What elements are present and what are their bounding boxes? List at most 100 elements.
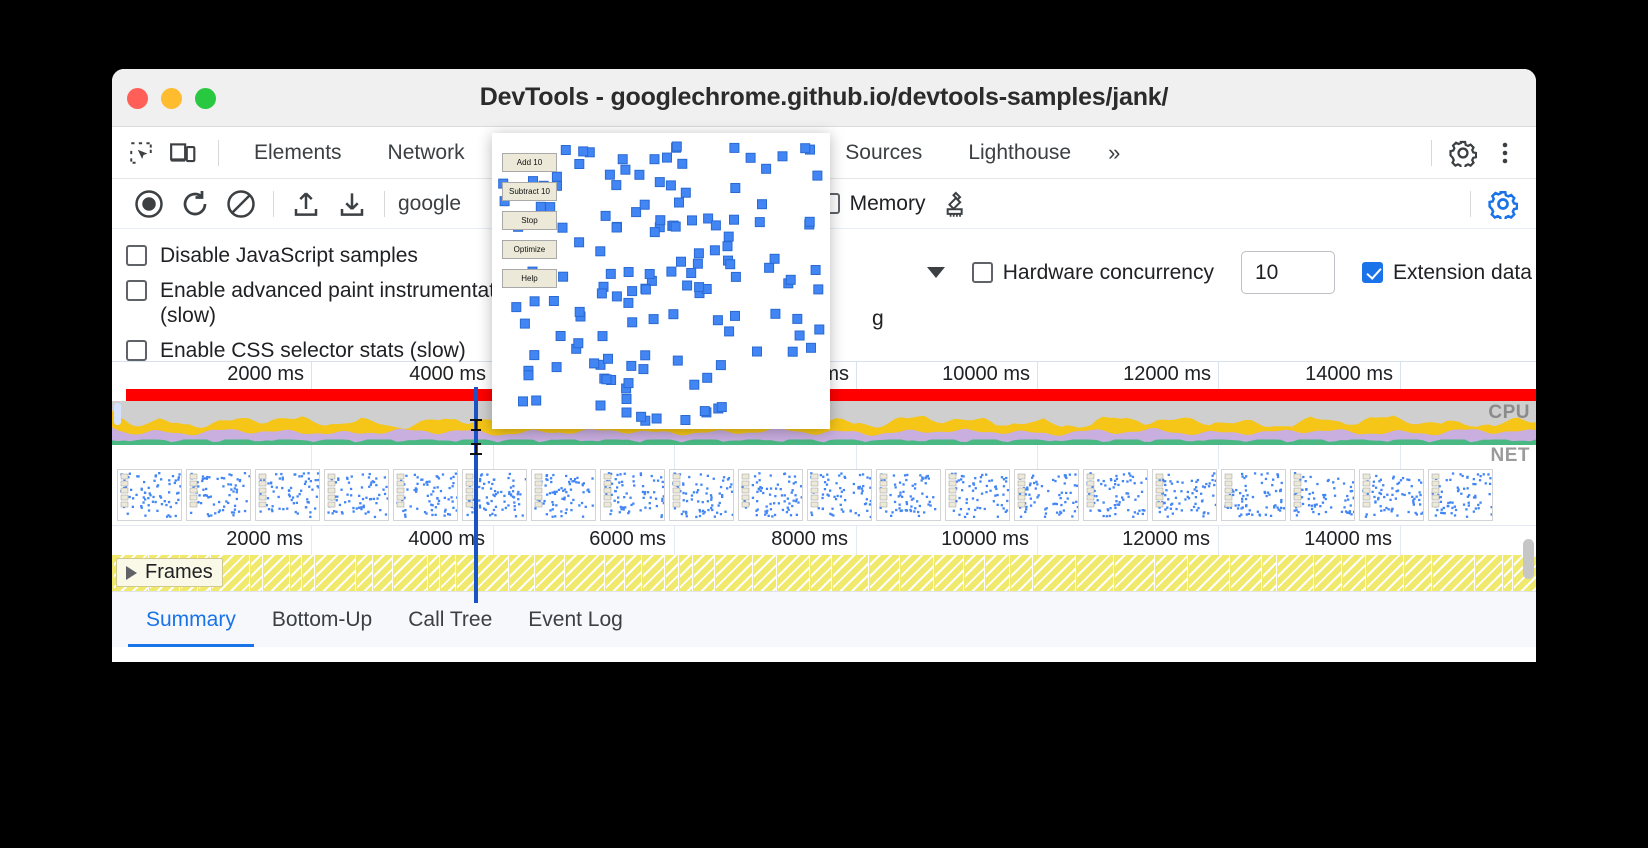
tab-event-log[interactable]: Event Log — [510, 592, 641, 647]
frame-block[interactable] — [1432, 555, 1475, 591]
frame-block[interactable] — [666, 555, 679, 591]
help-button[interactable]: Help — [502, 269, 557, 288]
history-url-label[interactable]: google — [398, 192, 461, 216]
frame-block[interactable] — [1366, 555, 1404, 591]
frame-block[interactable] — [373, 555, 394, 591]
record-icon[interactable] — [126, 184, 172, 224]
hardware-concurrency-checkbox-box[interactable] — [971, 262, 993, 283]
frame-block[interactable] — [606, 555, 625, 591]
tab-elements[interactable]: Elements — [231, 141, 365, 165]
filmstrip-frame[interactable] — [876, 469, 941, 521]
frame-block[interactable] — [290, 555, 302, 591]
capture-settings-icon[interactable] — [1480, 184, 1526, 224]
frame-block[interactable] — [753, 555, 778, 591]
frame-block[interactable] — [679, 555, 693, 591]
frame-block[interactable] — [934, 555, 964, 591]
filmstrip-frame[interactable] — [324, 469, 389, 521]
filmstrip-frame[interactable] — [1152, 469, 1217, 521]
filmstrip-frame[interactable] — [393, 469, 458, 521]
device-toolbar-icon[interactable] — [164, 134, 202, 172]
frame-block[interactable] — [1155, 555, 1188, 591]
filmstrip-frame[interactable] — [1359, 469, 1424, 521]
jank-demo-preview[interactable]: Add 10 Subtract 10 Stop Optimize Help — [492, 133, 830, 429]
collect-garbage-icon[interactable] — [934, 184, 980, 224]
extension-data-checkbox-box[interactable] — [1362, 261, 1383, 283]
advanced-paint-checkbox[interactable] — [126, 279, 147, 301]
triangle-right-icon[interactable] — [126, 565, 137, 580]
extension-data-checkbox[interactable]: Extension data — [1362, 261, 1532, 285]
tab-bottom-up[interactable]: Bottom-Up — [254, 592, 390, 647]
frames-track[interactable]: Frames — [112, 555, 1536, 591]
frame-block[interactable] — [440, 555, 456, 591]
frame-block[interactable] — [778, 555, 810, 591]
frame-block[interactable] — [394, 555, 428, 591]
optimize-button[interactable]: Optimize — [502, 240, 557, 259]
tab-sources[interactable]: Sources — [822, 141, 945, 165]
filmstrip-frame[interactable] — [531, 469, 596, 521]
frame-block[interactable] — [1114, 555, 1155, 591]
filmstrip[interactable] — [112, 469, 1536, 525]
filmstrip-frame[interactable] — [807, 469, 872, 521]
frame-block[interactable] — [428, 555, 440, 591]
frame-block[interactable] — [1504, 555, 1513, 591]
stop-button[interactable]: Stop — [502, 211, 557, 230]
frame-block[interactable] — [1342, 555, 1366, 591]
playhead-handle[interactable] — [467, 417, 485, 457]
timeline-playhead[interactable] — [470, 387, 482, 603]
filmstrip-frame[interactable] — [1014, 469, 1079, 521]
frame-block[interactable] — [477, 555, 510, 591]
filmstrip-frame[interactable] — [738, 469, 803, 521]
frame-block[interactable] — [1188, 555, 1230, 591]
details-scrollbar-thumb[interactable] — [1523, 539, 1534, 579]
minimize-window-button[interactable] — [161, 88, 182, 109]
download-profile-icon[interactable] — [329, 184, 375, 224]
frame-block[interactable] — [565, 555, 606, 591]
frame-block[interactable] — [964, 555, 985, 591]
hardware-concurrency-checkbox[interactable]: Hardware concurrency — [971, 261, 1214, 285]
overview-window-left-handle[interactable] — [114, 403, 121, 425]
frame-block[interactable] — [1230, 555, 1263, 591]
chevron-down-icon[interactable] — [926, 267, 945, 278]
frame-block[interactable] — [1076, 555, 1114, 591]
frame-block[interactable] — [356, 555, 373, 591]
tab-overflow-button[interactable]: » — [1094, 140, 1132, 166]
frame-block[interactable] — [693, 555, 716, 591]
reload-record-icon[interactable] — [172, 184, 218, 224]
frame-block[interactable] — [250, 555, 264, 591]
filmstrip-frame[interactable] — [600, 469, 665, 521]
frame-block[interactable] — [716, 555, 753, 591]
add-10-button[interactable]: Add 10 — [502, 153, 557, 172]
frame-block[interactable] — [510, 555, 535, 591]
frame-block[interactable] — [869, 555, 901, 591]
filmstrip-frame[interactable] — [945, 469, 1010, 521]
memory-checkbox[interactable]: Memory — [818, 192, 925, 216]
frame-block[interactable] — [1315, 555, 1342, 591]
frame-block[interactable] — [1404, 555, 1432, 591]
upload-profile-icon[interactable] — [283, 184, 329, 224]
hardware-concurrency-input[interactable]: 10 — [1241, 251, 1335, 294]
tab-call-tree[interactable]: Call Tree — [390, 592, 510, 647]
frame-block[interactable] — [1034, 555, 1076, 591]
frame-block[interactable] — [985, 555, 1010, 591]
disable-js-samples-checkbox[interactable] — [126, 245, 147, 266]
filmstrip-frame[interactable] — [186, 469, 251, 521]
frame-block[interactable] — [1277, 555, 1315, 591]
frame-block[interactable] — [810, 555, 833, 591]
inspect-element-icon[interactable] — [122, 134, 160, 172]
frame-block[interactable] — [642, 555, 666, 591]
filmstrip-frame[interactable] — [1221, 469, 1286, 521]
frame-block[interactable] — [625, 555, 642, 591]
frame-block[interactable] — [264, 555, 290, 591]
tab-summary[interactable]: Summary — [128, 592, 254, 647]
traffic-lights[interactable] — [127, 88, 216, 109]
frames-track-header[interactable]: Frames — [116, 558, 223, 587]
tab-network[interactable]: Network — [365, 141, 488, 165]
filmstrip-frame[interactable] — [255, 469, 320, 521]
more-vertical-icon[interactable] — [1486, 134, 1524, 172]
gear-icon[interactable] — [1444, 134, 1482, 172]
frame-block[interactable] — [315, 555, 356, 591]
tab-lighthouse[interactable]: Lighthouse — [945, 141, 1094, 165]
filmstrip-frame[interactable] — [1428, 469, 1493, 521]
frame-block[interactable] — [1475, 555, 1504, 591]
filmstrip-frame[interactable] — [1083, 469, 1148, 521]
